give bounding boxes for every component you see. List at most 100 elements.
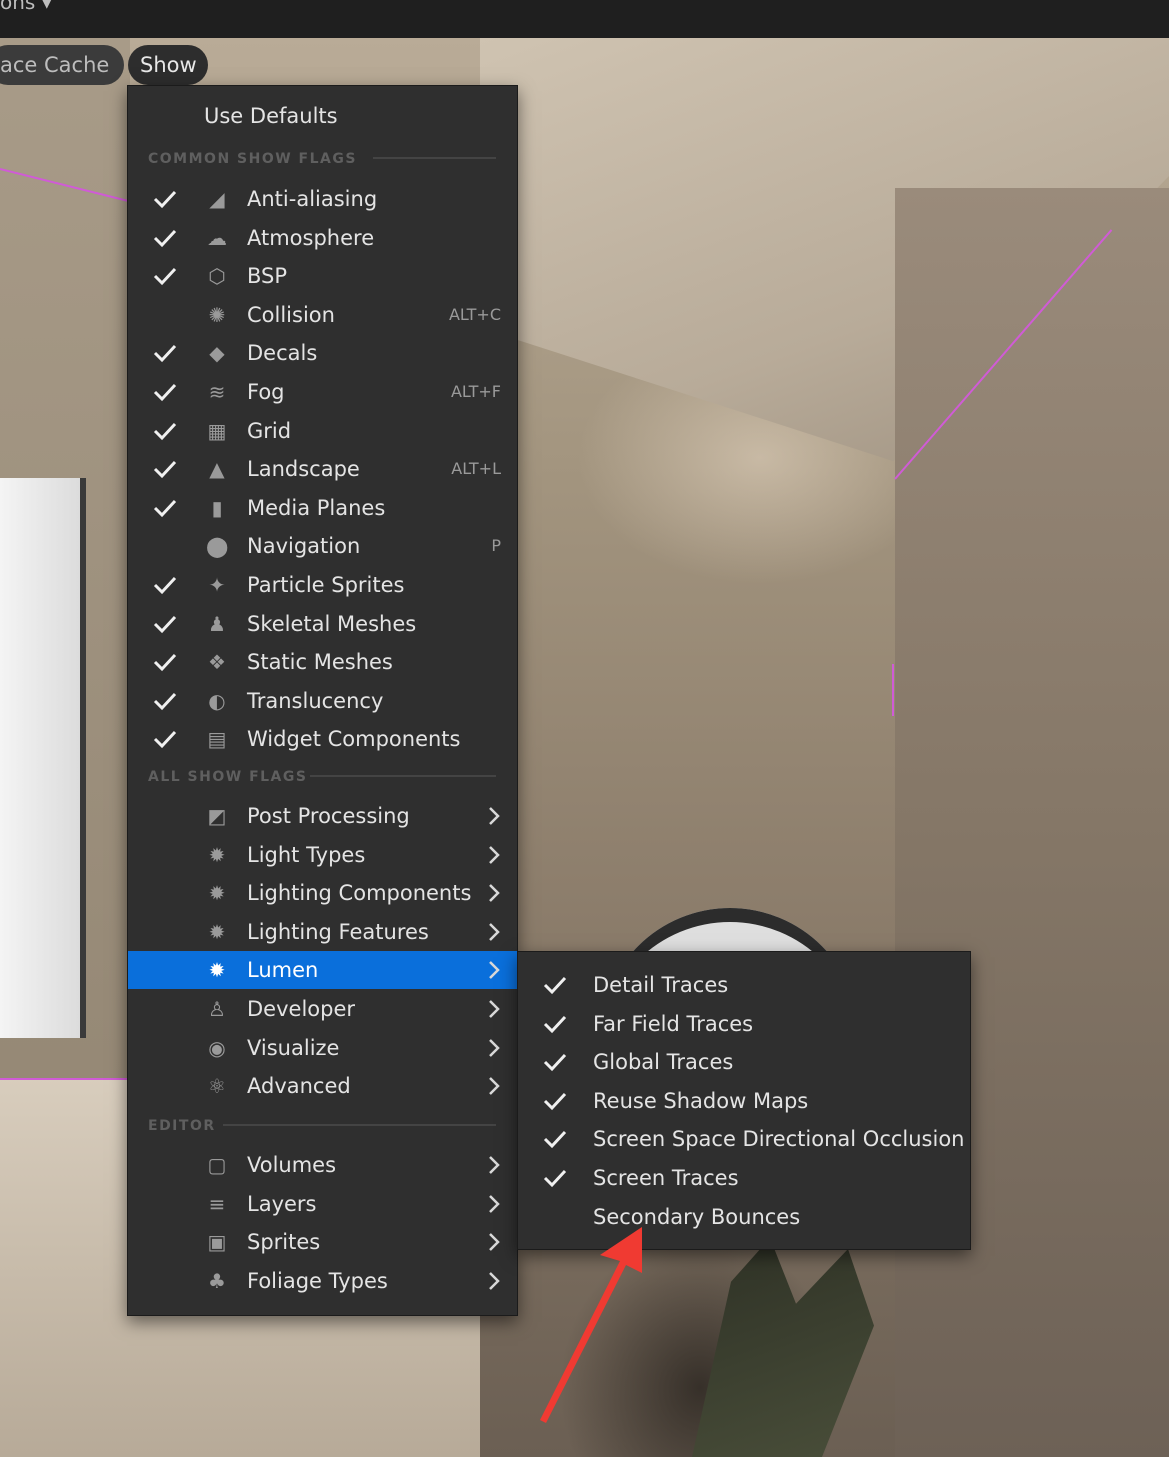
menu-item-decals[interactable]: ◆ Decals [128, 334, 517, 372]
chevron-right-icon [487, 881, 501, 905]
checkmark-icon[interactable] [152, 652, 178, 672]
menu-item-particle-sprites[interactable]: ✦ Particle Sprites [128, 566, 517, 604]
menu-item-light-types[interactable]: ✹ Light Types [128, 836, 517, 874]
lumen-item-screen-space-directional-occlusion[interactable]: Screen Space Directional Occlusion [518, 1120, 970, 1158]
grid-icon: ▦ [207, 418, 227, 443]
surface-cache-button[interactable]: ace Cache [0, 45, 124, 85]
static-mesh-icon: ❖ [208, 650, 226, 675]
advanced-icon: ⚛ [208, 1074, 226, 1099]
menu-item-lumen[interactable]: ✹ Lumen [128, 951, 517, 990]
menu-item-landscape[interactable]: ▲ Landscape ALT+L [128, 450, 517, 488]
menu-item-widget-components[interactable]: ▤ Widget Components [128, 720, 517, 758]
menu-item-collision[interactable]: ✺ Collision ALT+C [128, 296, 517, 334]
plant [692, 1238, 874, 1457]
shortcut-label: P [491, 536, 501, 556]
light-types-icon: ✹ [208, 842, 226, 867]
lumen-item-far-field-traces[interactable]: Far Field Traces [518, 1005, 970, 1043]
chevron-right-icon [487, 843, 501, 867]
surface-cache-label: ace Cache [0, 53, 110, 77]
menu-item-grid[interactable]: ▦ Grid [128, 412, 517, 450]
menu-item-volumes[interactable]: ▢ Volumes [128, 1146, 517, 1184]
lumen-submenu: Detail Traces Far Field Traces Global Trac… [517, 951, 971, 1250]
menu-item-layers[interactable]: ≡ Layers [128, 1185, 517, 1223]
checkmark-icon[interactable] [152, 691, 178, 711]
chevron-right-icon [487, 1230, 501, 1254]
lumen-item-label: Far Field Traces [593, 1011, 754, 1036]
menu-item-label: Atmosphere [247, 225, 375, 250]
menu-item-lighting-features[interactable]: ✹ Lighting Features [128, 913, 517, 951]
menu-item-foliage-types[interactable]: ♣ Foliage Types [128, 1262, 517, 1300]
volumes-icon: ▢ [207, 1153, 227, 1177]
menu-item-label: Lighting Features [247, 919, 429, 944]
menu-item-media-planes[interactable]: ▮ Media Planes [128, 489, 517, 527]
checkmark-icon[interactable] [152, 421, 178, 441]
lumen-icon: ✹ [208, 958, 226, 983]
show-label: Show [140, 53, 197, 77]
checkmark-icon[interactable] [152, 575, 178, 595]
menu-item-anti-aliasing[interactable]: ◢ Anti-aliasing [128, 180, 517, 218]
menu-item-fog[interactable]: ≋ Fog ALT+F [128, 373, 517, 411]
checkmark-icon[interactable] [542, 975, 568, 995]
checkmark-icon[interactable] [152, 382, 178, 402]
checkmark-icon[interactable] [152, 614, 178, 634]
menu-item-label: Anti-aliasing [247, 187, 378, 211]
menu-item-static-meshes[interactable]: ❖ Static Meshes [128, 643, 517, 681]
checkmark-icon[interactable] [152, 498, 178, 518]
chevron-right-icon [487, 1036, 501, 1060]
lumen-item-label: Global Traces [593, 1050, 734, 1075]
checkmark-icon[interactable] [542, 1014, 568, 1034]
visualize-icon: ◉ [208, 1035, 226, 1060]
developer-icon: ♙ [208, 997, 226, 1021]
section-divider [373, 157, 496, 159]
menu-item-label: Advanced [247, 1074, 351, 1099]
menu-item-sprites[interactable]: ▣ Sprites [128, 1223, 517, 1261]
use-defaults-item[interactable]: Use Defaults [204, 104, 338, 128]
menu-item-bsp[interactable]: ⬡ BSP [128, 257, 517, 295]
menu-item-visualize[interactable]: ◉ Visualize [128, 1029, 517, 1067]
checkmark-icon[interactable] [152, 343, 178, 363]
selection-edge [0, 1078, 130, 1080]
checkmark-icon[interactable] [542, 1168, 568, 1188]
menu-item-navigation[interactable]: ⬤ Navigation P [128, 527, 517, 565]
topbar-truncated-label[interactable]: ons ▾ [0, 0, 52, 14]
show-menu-button[interactable]: Show [128, 45, 208, 85]
checkmark-icon[interactable] [542, 1091, 568, 1111]
menu-item-label: Decals [247, 341, 318, 366]
checkmark-icon[interactable] [542, 1052, 568, 1072]
menu-item-label: Particle Sprites [247, 573, 405, 597]
lumen-item-label: Screen Traces [593, 1166, 739, 1190]
lumen-item-detail-traces[interactable]: Detail Traces [518, 966, 970, 1004]
checkmark-icon[interactable] [152, 459, 178, 479]
checkmark-empty[interactable] [152, 305, 178, 325]
lumen-item-screen-traces[interactable]: Screen Traces [518, 1159, 970, 1197]
section-divider [223, 1124, 496, 1126]
lumen-item-reuse-shadow-maps[interactable]: Reuse Shadow Maps [518, 1082, 970, 1120]
shortcut-label: ALT+C [448, 304, 501, 324]
chevron-right-icon [487, 920, 501, 944]
checkmark-empty[interactable] [152, 536, 178, 556]
post-processing-icon: ◩ [207, 804, 227, 828]
checkmark-icon[interactable] [152, 189, 178, 209]
menu-item-developer[interactable]: ♙ Developer [128, 990, 517, 1028]
checkmark-icon[interactable] [152, 729, 178, 749]
checkmark-icon[interactable] [152, 266, 178, 286]
navigation-pin-icon: ⬤ [206, 534, 229, 559]
menu-item-post-processing[interactable]: ◩ Post Processing [128, 797, 517, 835]
antialias-icon: ◢ [209, 187, 225, 211]
menu-item-atmosphere[interactable]: ☁ Atmosphere [128, 219, 517, 257]
lumen-item-global-traces[interactable]: Global Traces [518, 1043, 970, 1081]
menu-item-advanced[interactable]: ⚛ Advanced [128, 1067, 517, 1105]
skeletal-mesh-icon: ♟ [208, 611, 226, 636]
menu-item-lighting-components[interactable]: ✹ Lighting Components [128, 874, 517, 912]
lumen-item-label: Detail Traces [593, 973, 729, 997]
menu-item-label: Sprites [247, 1230, 321, 1255]
checkmark-icon[interactable] [542, 1129, 568, 1149]
common-show-flags-header: COMMON SHOW FLAGS [148, 151, 357, 167]
menu-item-translucency[interactable]: ◐ Translucency [128, 682, 517, 720]
section-divider [310, 775, 496, 777]
menu-item-skeletal-meshes[interactable]: ♟ Skeletal Meshes [128, 605, 517, 643]
checkmark-icon[interactable] [152, 228, 178, 248]
chevron-right-icon [487, 997, 501, 1021]
annotation-arrow [540, 1227, 642, 1423]
landscape-icon: ▲ [209, 457, 225, 482]
